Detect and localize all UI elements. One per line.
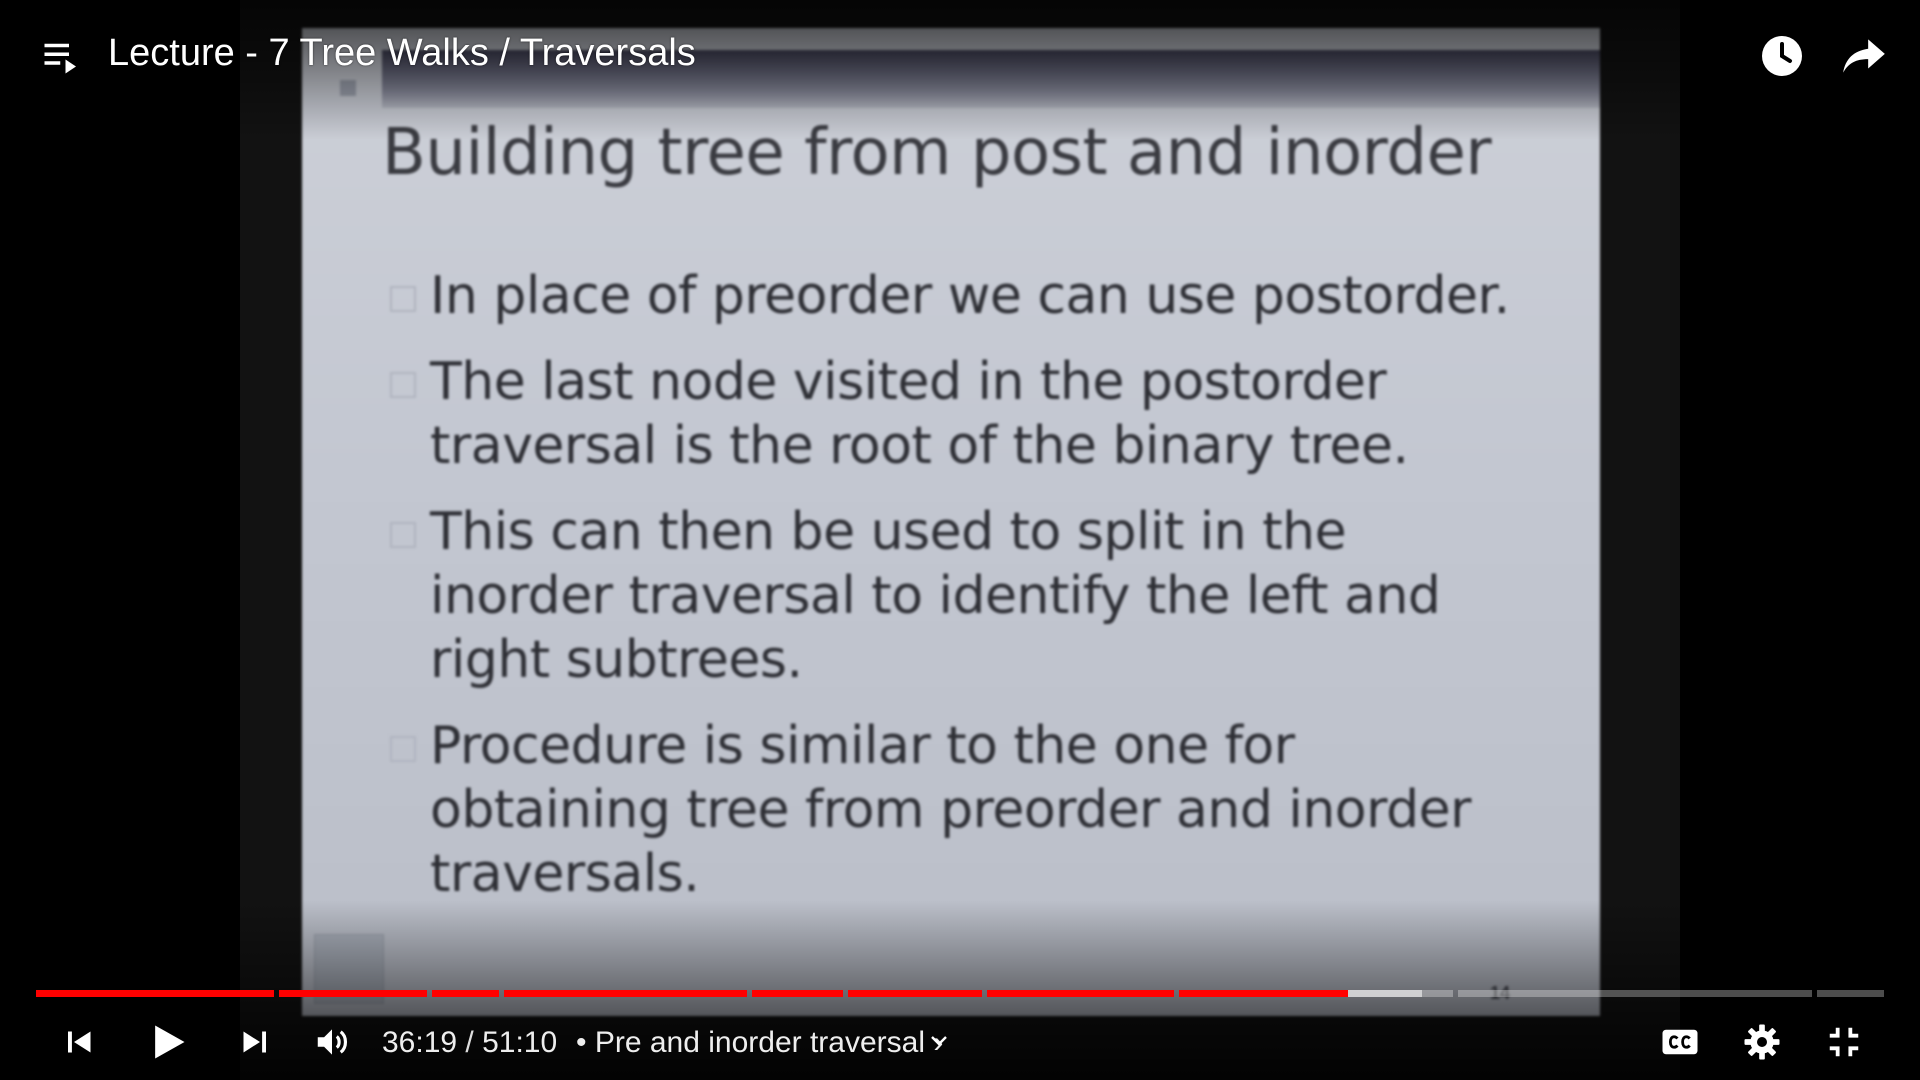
fullscreen-exit-button[interactable] xyxy=(1814,1012,1874,1072)
settings-button[interactable] xyxy=(1732,1012,1792,1072)
slide-bullet-list: In place of preorder we can use postorde… xyxy=(382,264,1582,928)
chapter-played xyxy=(1178,990,1349,997)
top-bar: Lecture - 7 Tree Walks / Traversals xyxy=(0,0,1920,110)
chapter-played xyxy=(752,990,844,997)
skip-previous-icon xyxy=(68,1031,91,1053)
chapter-segment[interactable] xyxy=(432,990,500,997)
chapter-segment[interactable] xyxy=(986,990,1174,997)
time-separator: / xyxy=(457,1026,483,1059)
progress-bar[interactable] xyxy=(36,990,1884,997)
bullet-square-icon xyxy=(390,736,416,762)
bullet-square-icon xyxy=(390,372,416,398)
chapter-segment[interactable] xyxy=(1816,990,1884,997)
slide-bullet: This can then be used to split in the in… xyxy=(382,500,1582,692)
playlist-button[interactable] xyxy=(32,26,92,86)
lecture-slide: Building tree from post and inorder In p… xyxy=(302,28,1600,1016)
current-time: 36:19 xyxy=(382,1026,458,1059)
chapter-segment[interactable] xyxy=(1178,990,1454,997)
clock-icon xyxy=(1762,36,1802,76)
slide-bullet-text: In place of preorder we can use postorde… xyxy=(430,266,1510,326)
player-controls: 36:19 / 51:10 • Pre and inorder traversa… xyxy=(0,1010,1920,1080)
chapter-played xyxy=(279,990,428,997)
share-button[interactable] xyxy=(1834,26,1894,86)
duration: 51:10 xyxy=(482,1026,558,1059)
slide-bullet: Procedure is similar to the one for obta… xyxy=(382,714,1582,906)
fullscreen-exit-icon xyxy=(1829,1027,1859,1057)
chapter-played xyxy=(848,990,982,997)
bullet-square-icon xyxy=(390,286,416,312)
chapter-segment[interactable] xyxy=(752,990,844,997)
chapter-played xyxy=(432,990,500,997)
captions-button[interactable] xyxy=(1650,1012,1710,1072)
video-title[interactable]: Lecture - 7 Tree Walks / Traversals xyxy=(108,30,696,76)
chevron-down-icon xyxy=(931,1036,947,1046)
slide-bullet-text: Procedure is similar to the one for obta… xyxy=(430,716,1471,904)
bullet-square-icon xyxy=(390,522,416,548)
chapter-title[interactable]: • Pre and inorder traversal › xyxy=(576,1024,943,1062)
play-icon xyxy=(155,1025,185,1059)
previous-button[interactable] xyxy=(50,1012,110,1072)
chapter-segment[interactable] xyxy=(36,990,274,997)
slide-bullet: In place of preorder we can use postorde… xyxy=(382,264,1582,328)
slide-bullet-text: This can then be used to split in the in… xyxy=(430,502,1441,690)
skip-next-icon xyxy=(243,1031,266,1053)
chapter-played xyxy=(504,990,748,997)
slide-bullet-text: The last node visited in the postorder t… xyxy=(430,352,1409,476)
chapter-played xyxy=(986,990,1174,997)
time-display: 36:19 / 51:10 xyxy=(382,1024,557,1062)
next-button[interactable] xyxy=(224,1012,284,1072)
chapter-segment[interactable] xyxy=(1458,990,1812,997)
volume-button[interactable] xyxy=(302,1012,362,1072)
share-arrow-icon xyxy=(1843,39,1885,73)
chapter-segment[interactable] xyxy=(504,990,748,997)
watch-later-button[interactable] xyxy=(1752,26,1812,86)
chapter-played xyxy=(36,990,274,997)
volume-icon xyxy=(317,1029,348,1055)
chapter-segment[interactable] xyxy=(848,990,982,997)
gear-icon xyxy=(1744,1024,1780,1060)
slide-bullet: The last node visited in the postorder t… xyxy=(382,350,1582,478)
play-button[interactable] xyxy=(136,1010,200,1074)
chapter-segment[interactable] xyxy=(279,990,428,997)
playlist-icon xyxy=(44,43,76,74)
chapter-menu-button[interactable] xyxy=(922,1024,956,1058)
cc-icon xyxy=(1662,1029,1698,1055)
